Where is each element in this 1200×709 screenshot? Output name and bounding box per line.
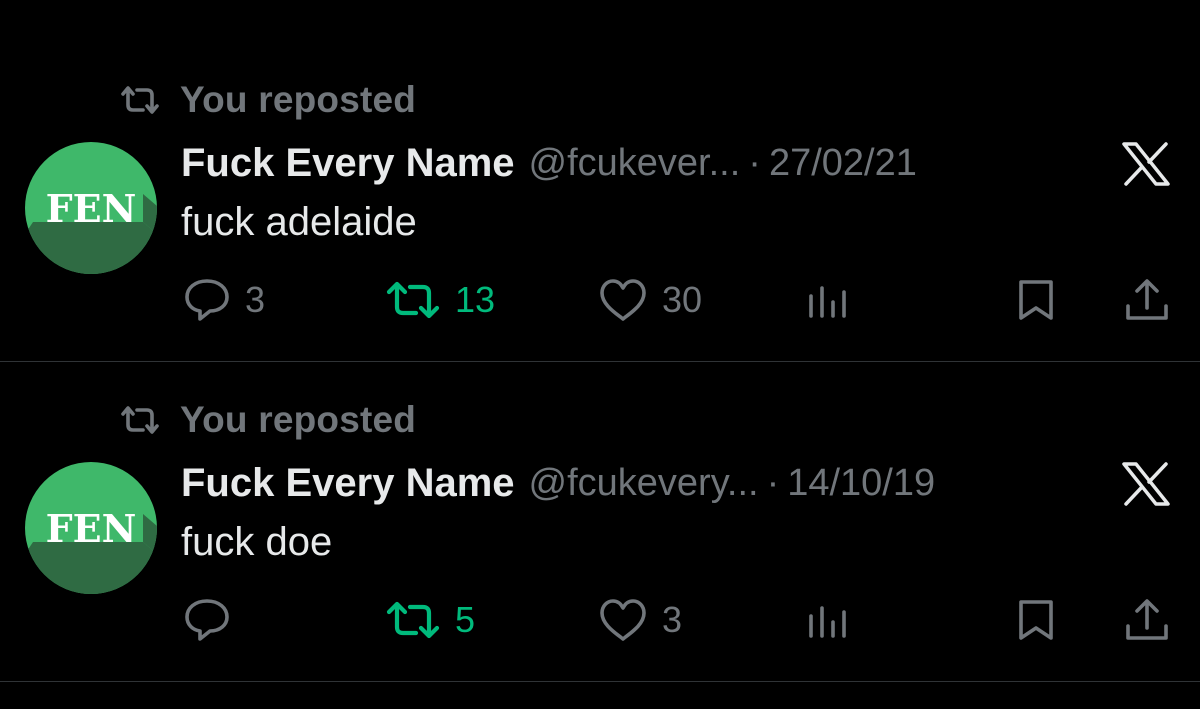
repost-label: You reposted bbox=[180, 399, 417, 440]
repost-indicator: You reposted bbox=[118, 399, 417, 440]
separator-dot: · bbox=[766, 461, 780, 504]
user-handle[interactable]: @fcukevery... bbox=[529, 462, 759, 505]
share-button[interactable] bbox=[1124, 590, 1170, 650]
post[interactable]: You reposted FEN Fuck Every Name @fcukev… bbox=[0, 0, 1200, 641]
retweet-button[interactable]: 5 bbox=[385, 590, 475, 650]
repost-icon bbox=[121, 406, 159, 434]
display-name[interactable]: Fuck Every Name bbox=[181, 461, 515, 506]
bookmark-icon bbox=[1019, 600, 1053, 640]
post-text: fuck doe bbox=[181, 520, 333, 564]
like-count: 3 bbox=[662, 599, 683, 640]
post-divider bbox=[0, 361, 1200, 362]
like-button[interactable]: 3 bbox=[598, 590, 682, 650]
heart-icon bbox=[600, 599, 646, 641]
timeline-feed: You reposted FEN Fuck Every Name @fcukev… bbox=[0, 0, 1200, 709]
retweet-icon bbox=[386, 601, 440, 639]
views-button[interactable] bbox=[806, 590, 850, 650]
post-date[interactable]: 14/10/19 bbox=[787, 462, 935, 505]
post-header: Fuck Every Name @fcukevery... · 14/10/19 bbox=[181, 458, 935, 508]
share-icon bbox=[1126, 599, 1168, 640]
avatar[interactable]: FEN bbox=[25, 462, 157, 594]
views-icon bbox=[809, 606, 846, 638]
post-divider bbox=[0, 681, 1200, 682]
post-actions: 5 3 bbox=[0, 590, 1200, 650]
avatar-text: FEN bbox=[46, 506, 137, 551]
bookmark-button[interactable] bbox=[1015, 590, 1057, 650]
reply-icon bbox=[185, 599, 229, 641]
x-logo-icon[interactable] bbox=[1120, 462, 1172, 506]
reply-button[interactable] bbox=[183, 590, 245, 650]
retweet-count: 5 bbox=[455, 599, 476, 640]
